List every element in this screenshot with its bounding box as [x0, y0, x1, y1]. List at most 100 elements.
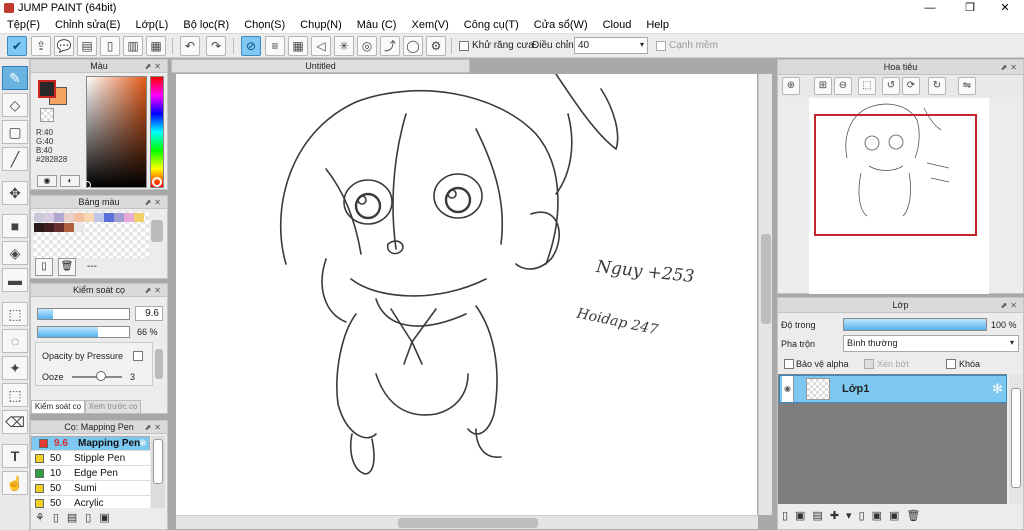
redo-icon[interactable]: ↷ — [206, 36, 226, 56]
rotate-right-icon[interactable]: ↻ — [928, 77, 946, 95]
menu-file[interactable]: Tệp(F) — [0, 19, 48, 31]
lock-checkbox[interactable] — [946, 359, 956, 369]
grid-snap-icon[interactable]: ▦ — [288, 36, 308, 56]
palette-swatch[interactable] — [64, 213, 74, 222]
menu-window[interactable]: Cửa sổ(W) — [527, 19, 596, 31]
line-tool-icon[interactable]: ╱ — [2, 147, 28, 171]
color-tool-icon[interactable]: ◉ — [37, 175, 57, 187]
share-icon[interactable]: ⇪ — [31, 36, 51, 56]
hand-tool-icon[interactable]: ☝ — [2, 471, 28, 495]
minimize-button[interactable]: — — [915, 0, 945, 17]
layer-list-scrollbar[interactable] — [1009, 374, 1023, 504]
circle-snap-icon[interactable]: ◎ — [357, 36, 377, 56]
brush-item-edge-pen[interactable]: 10 Edge Pen — [31, 466, 150, 481]
gear-icon[interactable]: ✻ — [992, 381, 1003, 397]
perspective-snap-icon[interactable]: ◁ — [311, 36, 331, 56]
canvas-tab[interactable]: Untitled — [171, 59, 470, 73]
tab-brush-preview[interactable]: Xem trước cọ — [85, 400, 141, 414]
palette-swatch[interactable] — [124, 213, 134, 222]
navigator-viewport-frame[interactable] — [814, 114, 977, 236]
bucket-tool-icon[interactable]: ◈ — [2, 241, 28, 265]
foreground-color-swatch[interactable] — [38, 80, 56, 98]
panel-buttons-icon[interactable]: ⬈✕ — [1001, 299, 1020, 313]
antialias-checkbox[interactable] — [459, 41, 469, 51]
snap-settings-icon[interactable]: ⚙ — [426, 36, 446, 56]
brush-item-sumi[interactable]: 50 Sumi — [31, 481, 150, 496]
zoom-in-icon[interactable]: ⊕ — [782, 77, 800, 95]
new-palette-icon[interactable]: ▯ — [35, 258, 53, 276]
palette-swatch[interactable] — [54, 223, 64, 232]
brush-list-footer-icons[interactable]: ⚘▯▤▯▣ — [35, 511, 118, 524]
transparent-color-swatch[interactable] — [40, 108, 54, 122]
tab-brush-control[interactable]: Kiểm soát cọ — [31, 400, 85, 414]
sv-cursor[interactable] — [83, 181, 91, 189]
protect-alpha-checkbox[interactable] — [784, 359, 794, 369]
palette-swatch[interactable] — [44, 223, 54, 232]
layer-opacity-slider[interactable] — [843, 318, 987, 331]
hue-slider[interactable] — [150, 76, 164, 188]
ooze-slider-thumb[interactable] — [96, 371, 106, 381]
cloud-check-icon[interactable]: ✔ — [7, 36, 27, 56]
adjust-select[interactable]: 40 ▾ — [574, 37, 648, 54]
gradient-tool-icon[interactable]: ▬ — [2, 268, 28, 292]
canvas-vertical-scrollbar[interactable] — [758, 74, 772, 515]
brush-item-stipple-pen[interactable]: 50 Stipple Pen — [31, 451, 150, 466]
panel-buttons-icon[interactable]: ⬈✕ — [145, 61, 164, 73]
palette-scrollbar[interactable] — [151, 220, 163, 242]
text-tool-icon[interactable]: T — [2, 444, 28, 468]
palette-swatch[interactable] — [34, 223, 44, 232]
brush-opacity-slider[interactable] — [37, 326, 130, 338]
brush-item-acrylic[interactable]: 50 Acrylic — [31, 496, 150, 508]
page-icon[interactable]: ▯ — [100, 36, 120, 56]
brush-control-scrollbar[interactable] — [155, 349, 163, 379]
actual-size-icon[interactable]: ⬚ — [858, 77, 876, 95]
panel-buttons-icon[interactable]: ⬈✕ — [145, 285, 164, 297]
rectangle-tool-icon[interactable]: ▢ — [2, 120, 28, 144]
select-eraser-tool-icon[interactable]: ⌫ — [2, 410, 28, 434]
menu-cloud[interactable]: Cloud — [596, 19, 640, 31]
undo-icon[interactable]: ↶ — [180, 36, 200, 56]
message-icon[interactable]: ▤ — [77, 36, 97, 56]
palette-swatch[interactable] — [44, 213, 54, 222]
layer-row-layer1[interactable]: ◉ Lớp1 ✻ — [779, 375, 1007, 403]
ellipse-snap-icon[interactable]: ◯ — [403, 36, 423, 56]
navigator-preview[interactable] — [809, 98, 989, 294]
panel-buttons-icon[interactable]: ⬈✕ — [145, 422, 164, 434]
menu-tools[interactable]: Công cụ(T) — [457, 19, 527, 31]
layer-footer-icons[interactable]: ▯▣▤✚▾▯▣▣🗑 — [782, 509, 927, 522]
brush-list-scrollbar[interactable] — [151, 436, 165, 508]
gear-icon[interactable]: ✻ — [139, 438, 148, 448]
grid-settings-icon[interactable]: ▦ — [146, 36, 166, 56]
hue-cursor[interactable] — [152, 177, 162, 187]
menu-edit[interactable]: Chỉnh sửa(E) — [48, 19, 128, 31]
palette-swatch[interactable] — [34, 213, 44, 222]
panel-buttons-icon[interactable]: ⬈✕ — [145, 197, 164, 209]
radial-snap-icon[interactable]: ✳ — [334, 36, 354, 56]
lasso-tool-icon[interactable]: ◌ — [2, 329, 28, 353]
palette-swatch[interactable] — [74, 213, 84, 222]
palette-swatch[interactable] — [134, 213, 144, 222]
select-rect-tool-icon[interactable]: ⬚ — [2, 302, 28, 326]
comment-icon[interactable]: 💬 — [54, 36, 74, 56]
palette-swatch[interactable] — [104, 213, 114, 222]
parallel-snap-icon[interactable]: ≡ — [265, 36, 285, 56]
menu-help[interactable]: Help — [639, 19, 677, 31]
eyedropper-icon[interactable]: ◐ — [60, 175, 80, 187]
palette-swatch[interactable] — [84, 213, 94, 222]
eraser-tool-icon[interactable]: ◇ — [2, 93, 28, 117]
select-pen-tool-icon[interactable]: ⬚ — [2, 383, 28, 407]
menu-color[interactable]: Màu (C) — [350, 19, 405, 31]
palette-swatch[interactable] — [114, 213, 124, 222]
zoom-out-icon[interactable]: ⊖ — [834, 77, 852, 95]
close-button[interactable]: ✕ — [990, 0, 1020, 17]
palette-swatch[interactable] — [74, 223, 84, 232]
clipping-checkbox[interactable] — [864, 359, 874, 369]
panel-buttons-icon[interactable]: ⬈✕ — [1001, 61, 1020, 75]
drawing-canvas[interactable]: Nguy +253 Hoidap 247 — [176, 74, 757, 515]
restore-button[interactable]: ❐ — [955, 0, 985, 17]
menu-select[interactable]: Chọn(S) — [237, 19, 293, 31]
curve-snap-icon[interactable]: ⤴ — [380, 36, 400, 56]
brush-size-slider[interactable] — [37, 308, 130, 320]
menu-capture[interactable]: Chụp(N) — [293, 19, 350, 31]
saturation-value-picker[interactable] — [83, 76, 147, 189]
